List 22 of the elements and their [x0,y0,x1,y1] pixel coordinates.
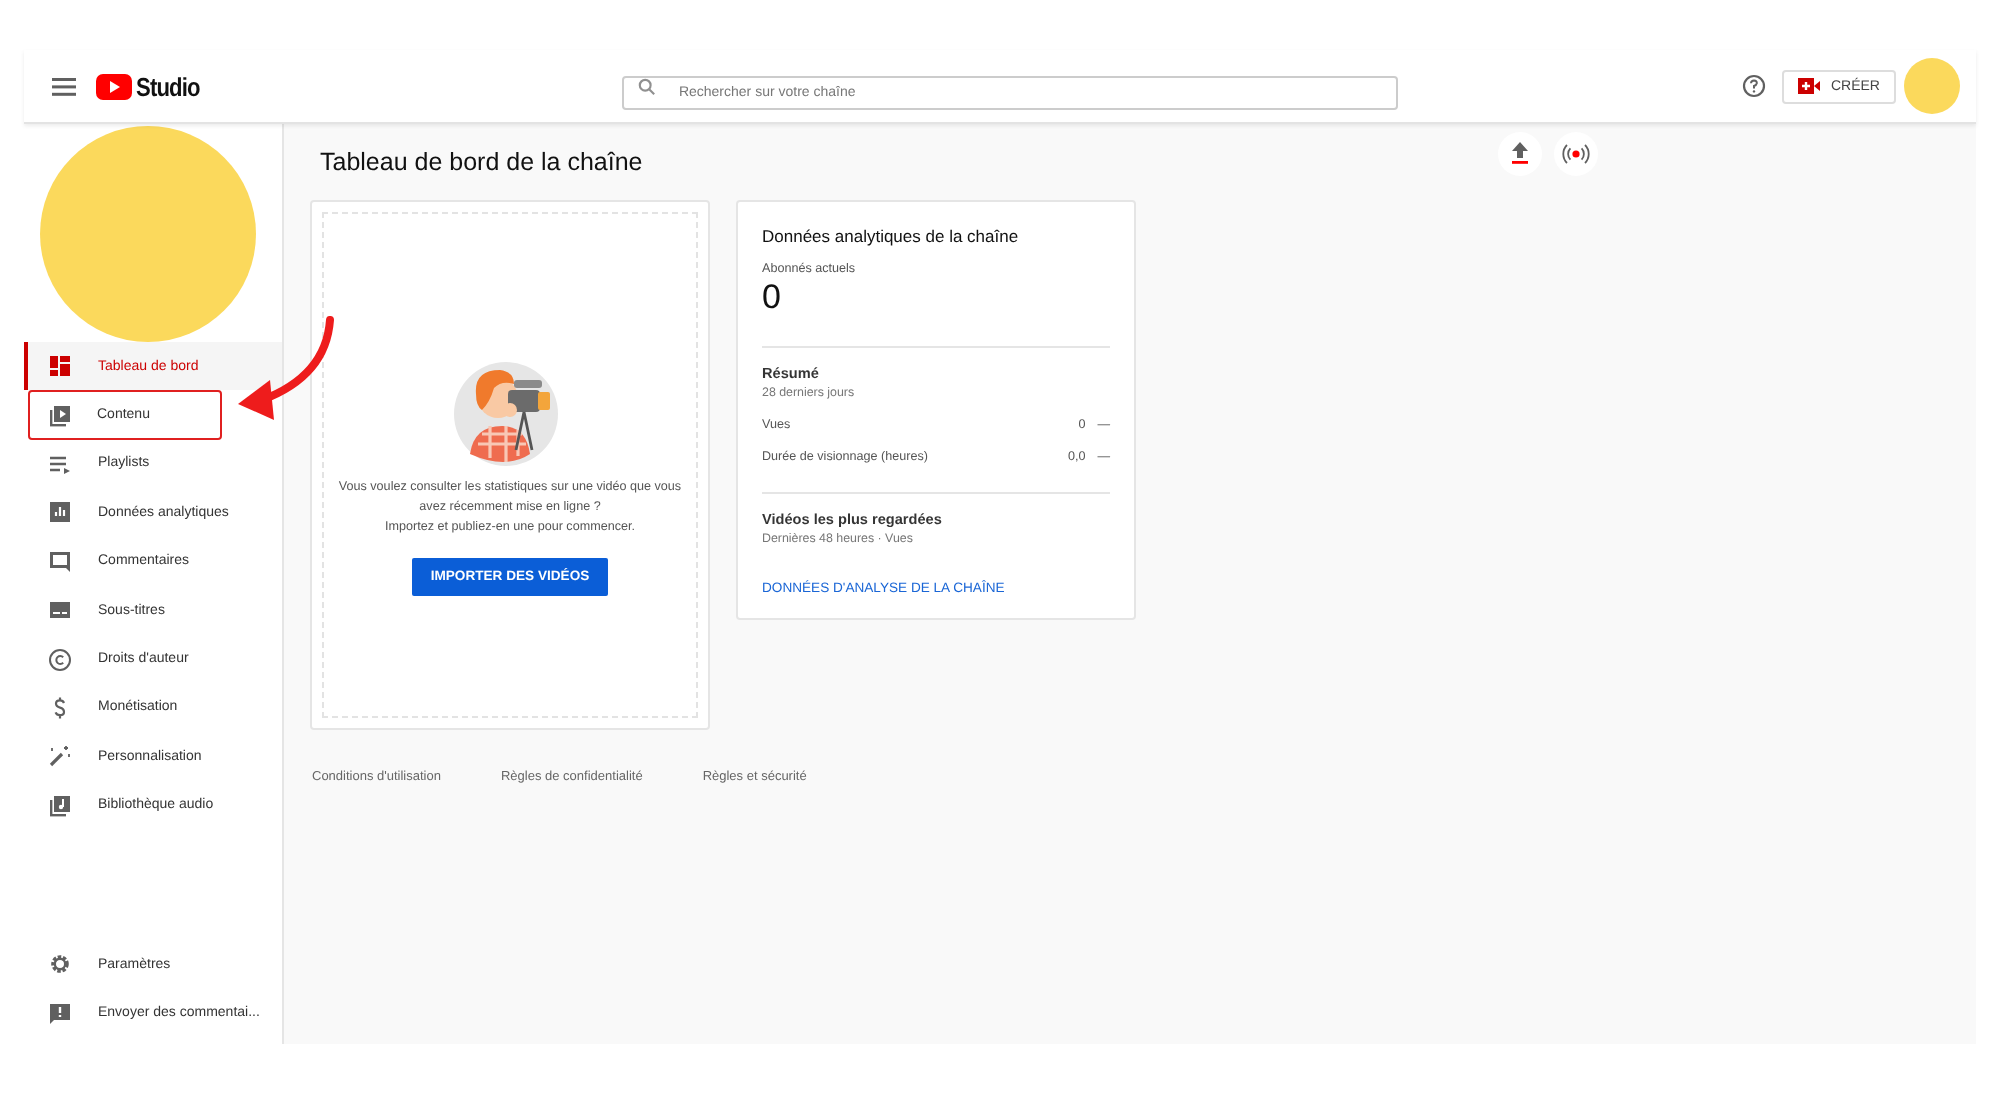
dashboard-icon [48,354,72,379]
feedback-icon [48,1001,72,1026]
playlist-icon [48,451,72,476]
logo-text: Studio [136,71,200,101]
subscriber-count: 0 [762,278,783,318]
menu-icon[interactable] [52,77,76,95]
audio-icon [48,793,72,818]
upload-icon[interactable] [1498,132,1543,176]
live-icon[interactable] [1554,132,1599,176]
subtitles-icon [48,598,72,623]
page-title: Tableau de bord de la chaîne [320,148,643,176]
video-camera-icon [1798,78,1821,94]
comments-icon [48,549,72,574]
help-icon[interactable] [1742,74,1767,98]
copyright-icon [48,647,72,672]
card-title: Données analytiques de la chaîne [762,226,1021,246]
content-icon [47,403,71,428]
settings-icon [48,952,72,977]
wand-icon [48,744,72,769]
analytics-icon [48,500,72,525]
search-icon [638,77,657,95]
play-logo-icon [96,73,132,99]
